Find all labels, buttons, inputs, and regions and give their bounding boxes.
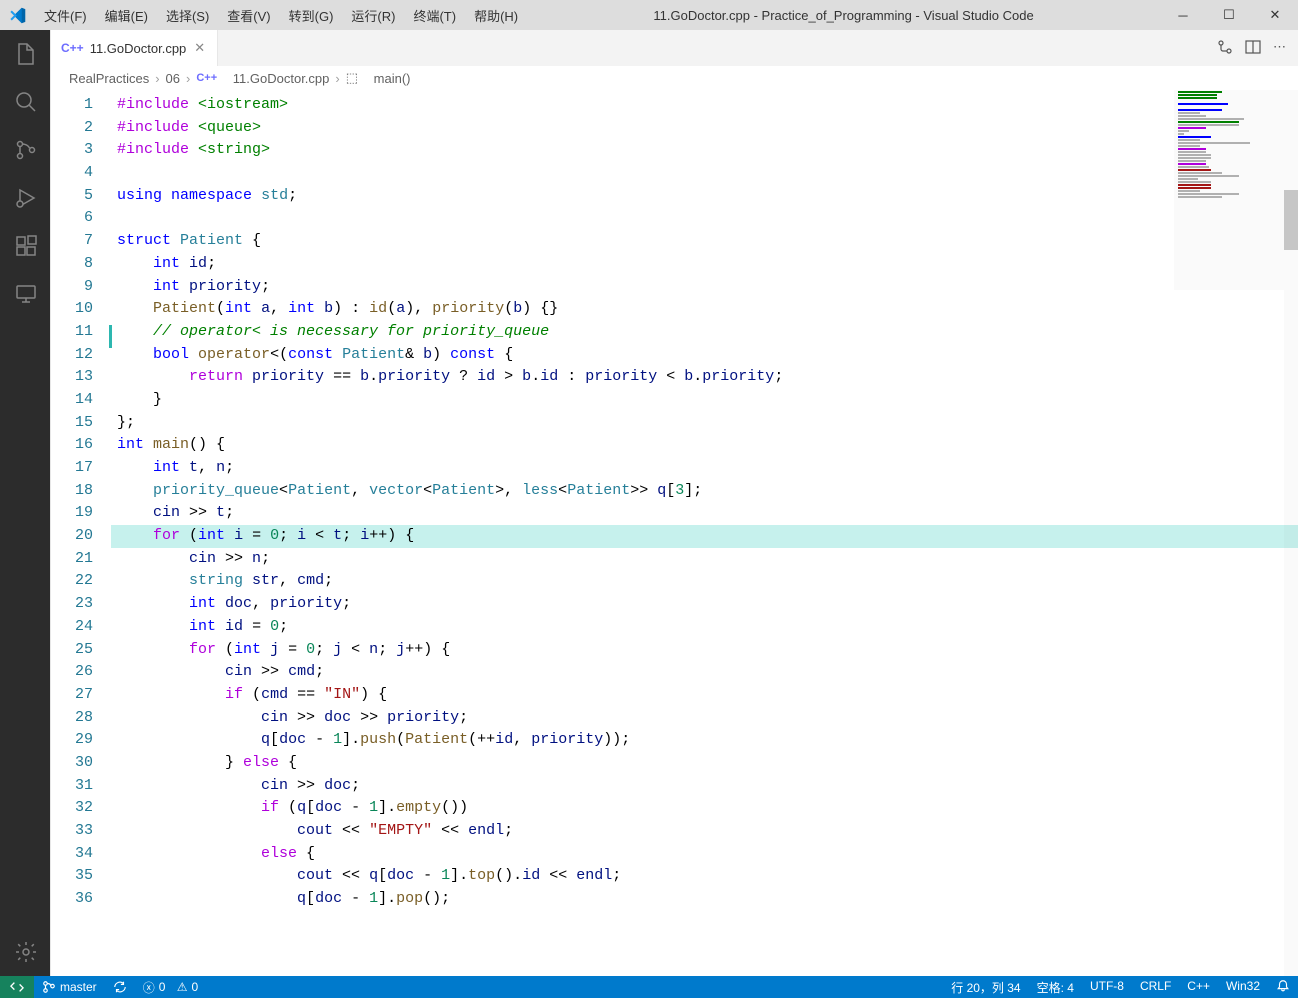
code-line[interactable]: cin >> cmd; [111,661,1298,684]
cube-icon: ⬚ [346,70,358,86]
code-editor[interactable]: 1234567891011121314151617181920212223242… [51,90,1298,976]
code-line[interactable]: Patient(int a, int b) : id(a), priority(… [111,298,1298,321]
line-number-gutter: 1234567891011121314151617181920212223242… [51,90,111,976]
breadcrumb-file[interactable]: C++ 11.GoDoctor.cpp› [196,71,339,86]
source-control-icon[interactable] [0,126,50,174]
menu-bar: 文件(F) 编辑(E) 选择(S) 查看(V) 转到(G) 运行(R) 终端(T… [35,2,527,29]
code-line[interactable]: q[doc - 1].pop(); [111,888,1298,911]
close-button[interactable]: ✕ [1252,0,1298,30]
code-line[interactable]: int main() { [111,434,1298,457]
window-title: 11.GoDoctor.cpp - Practice_of_Programmin… [527,8,1160,23]
code-line[interactable]: return priority == b.priority ? id > b.i… [111,366,1298,389]
warning-icon: ⚠ [177,980,188,994]
language-mode[interactable]: C++ [1179,979,1218,993]
breadcrumb-realpractices[interactable]: RealPractices› [69,71,160,86]
code-line[interactable]: cout << "EMPTY" << endl; [111,820,1298,843]
notifications-icon[interactable] [1268,979,1298,993]
vertical-scrollbar[interactable] [1284,90,1298,976]
code-line[interactable]: cin >> n; [111,548,1298,571]
breadcrumbs[interactable]: RealPractices› 06› C++ 11.GoDoctor.cpp› … [51,66,1298,90]
search-icon[interactable] [0,78,50,126]
titlebar: 文件(F) 编辑(E) 选择(S) 查看(V) 转到(G) 运行(R) 终端(T… [0,0,1298,30]
editor-area: C++ 11.GoDoctor.cpp ✕ ⋯ RealPractices› 0… [50,30,1298,976]
menu-help[interactable]: 帮助(H) [465,2,527,29]
remote-indicator[interactable] [0,976,34,998]
code-line[interactable]: cin >> doc; [111,775,1298,798]
activity-bar [0,30,50,976]
code-line[interactable]: if (cmd == "IN") { [111,684,1298,707]
run-debug-icon[interactable] [0,174,50,222]
code-line[interactable]: int id; [111,253,1298,276]
tab-godoctor[interactable]: C++ 11.GoDoctor.cpp ✕ [51,30,218,66]
encoding[interactable]: UTF-8 [1082,979,1132,993]
menu-go[interactable]: 转到(G) [280,2,343,29]
code-line[interactable]: cout << q[doc - 1].top().id << endl; [111,865,1298,888]
code-line[interactable]: cin >> t; [111,502,1298,525]
vscode-logo-icon [0,7,35,24]
breadcrumb-06[interactable]: 06› [166,71,191,86]
settings-icon[interactable] [0,928,50,976]
tab-bar: C++ 11.GoDoctor.cpp ✕ ⋯ [51,30,1298,66]
window-controls: ─ ☐ ✕ [1160,0,1298,30]
menu-file[interactable]: 文件(F) [35,2,96,29]
cpp-filetype-badge: C++ [61,41,84,55]
code-line[interactable]: for (int i = 0; i < t; i++) { [111,525,1298,548]
editor-actions: ⋯ [1217,39,1298,58]
code-line[interactable]: // operator< is necessary for priority_q… [111,321,1298,344]
code-line[interactable]: string str, cmd; [111,570,1298,593]
problems-indicator[interactable]: ⓧ0 ⚠0 [135,976,207,998]
code-line[interactable]: using namespace std; [111,185,1298,208]
platform[interactable]: Win32 [1218,979,1268,993]
menu-terminal[interactable]: 终端(T) [404,2,465,29]
code-line[interactable] [111,162,1298,185]
indentation[interactable]: 空格: 4 [1029,979,1082,996]
explorer-icon[interactable] [0,30,50,78]
tab-filename: 11.GoDoctor.cpp [90,41,187,56]
breadcrumb-symbol[interactable]: ⬚ main() [346,70,411,86]
extensions-icon[interactable] [0,222,50,270]
git-branch[interactable]: master [34,976,105,998]
code-line[interactable]: struct Patient { [111,230,1298,253]
code-line[interactable]: cin >> doc >> priority; [111,707,1298,730]
menu-select[interactable]: 选择(S) [157,2,218,29]
remote-explorer-icon[interactable] [0,270,50,318]
code-line[interactable]: for (int j = 0; j < n; j++) { [111,639,1298,662]
code-line[interactable]: #include <queue> [111,117,1298,140]
code-line[interactable]: #include <string> [111,139,1298,162]
code-line[interactable]: } else { [111,752,1298,775]
split-editor-icon[interactable] [1245,39,1261,58]
code-line[interactable]: if (q[doc - 1].empty()) [111,797,1298,820]
code-line[interactable]: priority_queue<Patient, vector<Patient>,… [111,480,1298,503]
code-line[interactable]: int t, n; [111,457,1298,480]
more-actions-icon[interactable]: ⋯ [1273,39,1286,58]
cursor-position[interactable]: 行 20，列 34 [943,979,1028,996]
menu-run[interactable]: 运行(R) [342,2,404,29]
code-content[interactable]: #include <iostream>#include <queue>#incl… [111,90,1298,976]
status-bar: master ⓧ0 ⚠0 行 20，列 34 空格: 4 UTF-8 CRLF … [0,976,1298,998]
eol[interactable]: CRLF [1132,979,1179,993]
menu-edit[interactable]: 编辑(E) [96,2,157,29]
code-line[interactable] [111,207,1298,230]
code-line[interactable]: else { [111,843,1298,866]
code-line[interactable]: q[doc - 1].push(Patient(++id, priority))… [111,729,1298,752]
code-line[interactable]: int doc, priority; [111,593,1298,616]
code-line[interactable]: bool operator<(const Patient& b) const { [111,344,1298,367]
compare-icon[interactable] [1217,39,1233,58]
sync-button[interactable] [105,976,135,998]
tab-close-icon[interactable]: ✕ [192,38,207,58]
code-line[interactable]: } [111,389,1298,412]
code-line[interactable]: int priority; [111,276,1298,299]
minimize-button[interactable]: ─ [1160,0,1206,30]
maximize-button[interactable]: ☐ [1206,0,1252,30]
code-line[interactable]: #include <iostream> [111,94,1298,117]
code-line[interactable]: }; [111,412,1298,435]
menu-view[interactable]: 查看(V) [218,2,279,29]
code-line[interactable]: int id = 0; [111,616,1298,639]
error-icon: ⓧ [143,979,155,996]
